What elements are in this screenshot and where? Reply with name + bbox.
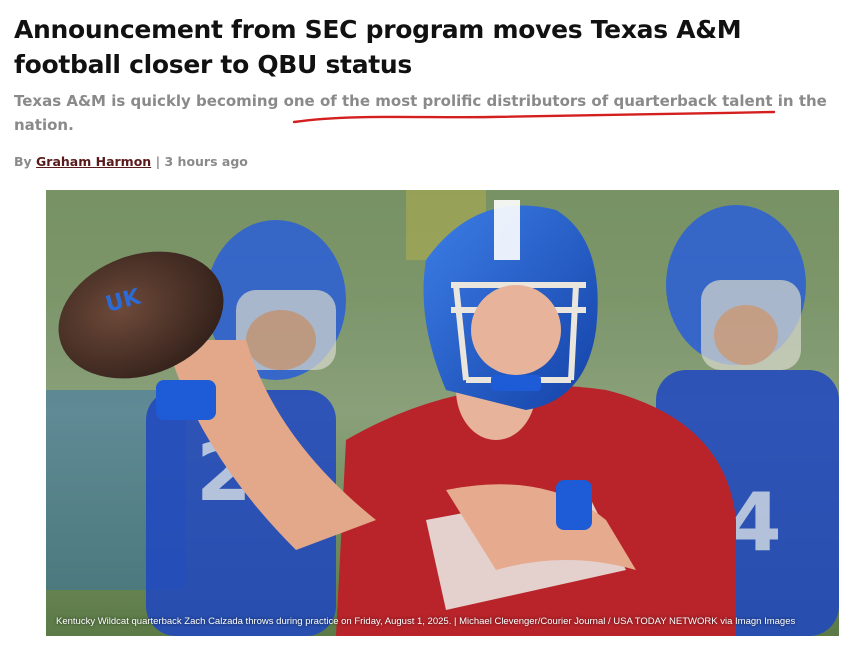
red-underline-annotation — [292, 110, 776, 124]
football-practice-illustration: 22 4 — [46, 190, 839, 636]
article-headline: Announcement from SEC program moves Texa… — [14, 15, 742, 79]
photo-caption: Kentucky Wildcat quarterback Zach Calzad… — [56, 616, 796, 627]
byline-prefix: By — [14, 154, 32, 169]
author-link[interactable]: Graham Harmon — [36, 154, 151, 169]
timestamp: 3 hours ago — [164, 154, 248, 169]
article-photo[interactable]: 22 4 — [46, 190, 839, 636]
byline: By Graham Harmon | 3 hours ago — [14, 154, 248, 169]
byline-separator: | — [155, 154, 161, 169]
